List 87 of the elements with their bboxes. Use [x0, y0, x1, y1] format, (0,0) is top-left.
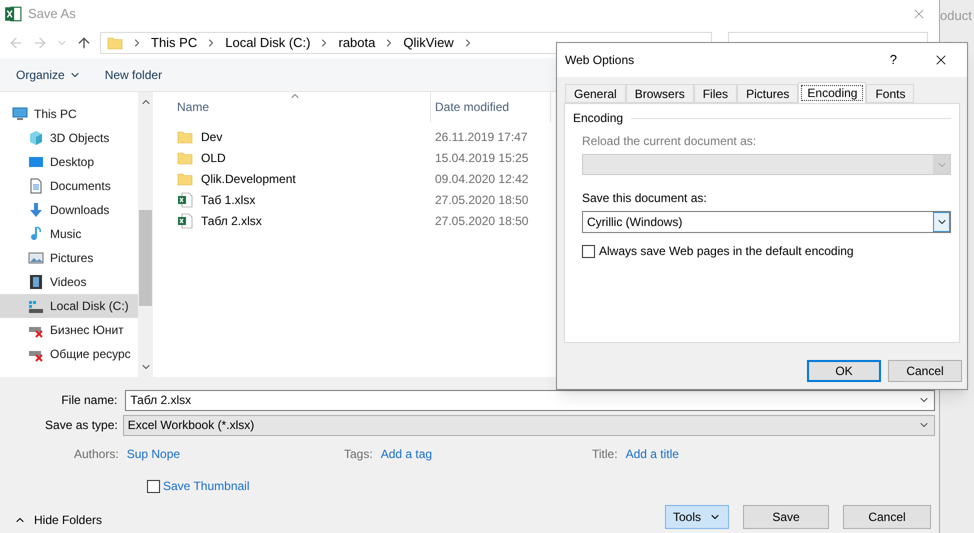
document-icon	[28, 178, 44, 194]
save-type-dropdown[interactable]: Excel Workbook (*.xlsx)	[122, 414, 935, 436]
background-window-text: oduct	[940, 8, 972, 23]
field-label: Reload the current document as:	[582, 133, 758, 150]
desktop-icon	[28, 154, 44, 170]
sidebar-item[interactable]: Music	[0, 222, 138, 246]
file-name-cell[interactable]: Таб 1.xlsx	[173, 190, 431, 208]
file-name-cell[interactable]: OLD	[173, 148, 431, 166]
date-cell-text: 26.11.2019 17:47	[434, 128, 528, 146]
column-header[interactable]: Name	[173, 92, 431, 122]
dialog-title: Web Options	[565, 52, 636, 69]
breadcrumb[interactable]: rabota	[338, 33, 376, 53]
sidebar-item[interactable]: Desktop	[0, 150, 138, 174]
field-label: File name:	[60, 392, 118, 409]
address-bar[interactable]: This PC Local Disk (C:) rabota QlikView	[100, 32, 712, 54]
download-arrow-icon	[28, 202, 44, 218]
save-encoding-dropdown[interactable]: Cyrillic (Windows)	[582, 211, 951, 233]
new-folder-button[interactable]: New folder	[104, 66, 162, 84]
meta-label: Tags:	[344, 446, 373, 463]
sidebar-item[interactable]: Documents	[0, 174, 138, 198]
date-cell-text: 09.04.2020 12:42	[434, 170, 528, 188]
cube-icon	[28, 130, 44, 146]
file-name: Табл 2.xlsx	[201, 212, 262, 230]
folder-icon	[177, 150, 193, 166]
breadcrumb[interactable]: QlikView	[403, 33, 454, 53]
film-strip-icon	[28, 274, 44, 290]
checkbox-label[interactable]: Save Thumbnail	[163, 477, 250, 495]
cancel-button[interactable]: Cancel	[888, 360, 962, 382]
meta-label: Title:	[592, 446, 618, 463]
group-label: Encoding	[573, 110, 624, 127]
tab[interactable]: General	[565, 84, 626, 103]
music-note-icon	[28, 226, 44, 242]
checkbox-label[interactable]: Always save Web pages in the default encoding	[599, 242, 854, 260]
field-label: Save as type:	[44, 417, 118, 434]
sidebar-item[interactable]: 3D Objects	[0, 126, 138, 150]
image-icon	[28, 250, 44, 266]
help-button[interactable]: ?	[890, 50, 897, 70]
file-name: Dev	[201, 128, 222, 146]
field-label: Save this document as:	[582, 190, 708, 207]
breadcrumb[interactable]: Local Disk (C:)	[225, 33, 310, 53]
monitor-icon	[12, 106, 28, 122]
file-name: OLD	[201, 150, 226, 166]
tab[interactable]: Pictures	[737, 84, 798, 103]
sidebar-item[interactable]: Local Disk (C:)	[0, 294, 138, 318]
sidebar-item[interactable]: This PC	[0, 102, 138, 126]
column-header[interactable]: Date modified	[431, 92, 551, 122]
ok-button[interactable]: OK	[807, 360, 881, 382]
tab[interactable]: Encoding	[798, 82, 866, 104]
date-cell-text: 27.05.2020 18:50	[434, 212, 528, 230]
hide-folders-link[interactable]: Hide Folders	[34, 511, 102, 529]
organize-button[interactable]: Organize	[16, 66, 81, 84]
file-name: Qlik.Development	[201, 170, 296, 188]
sidebar-item[interactable]: Общие ресурс	[0, 342, 138, 366]
sidebar-item[interactable]: Downloads	[0, 198, 138, 222]
folder-icon	[177, 170, 193, 186]
save-button[interactable]: Save	[743, 505, 829, 529]
scrollbar[interactable]	[138, 92, 153, 377]
file-name-cell[interactable]: Табл 2.xlsx	[173, 212, 431, 230]
sidebar-item[interactable]: Бизнес Юнит	[0, 318, 138, 342]
meta-link[interactable]: Sup Nope	[126, 445, 180, 463]
sidebar-item[interactable]: Videos	[0, 270, 138, 294]
tools-button[interactable]: Tools	[665, 505, 729, 529]
window-title: Save As	[28, 5, 76, 24]
tab[interactable]: Fonts	[866, 84, 914, 103]
drive-icon	[28, 298, 44, 314]
date-cell-text: 27.05.2020 18:50	[434, 192, 528, 208]
checkbox[interactable]	[147, 480, 160, 492]
meta-link[interactable]: Add a title	[626, 445, 679, 463]
sidebar-item[interactable]: Pictures	[0, 246, 138, 270]
spreadsheet-icon	[177, 192, 193, 208]
folder-icon	[177, 128, 193, 144]
meta-link[interactable]: Add a tag	[380, 445, 432, 463]
spreadsheet-icon	[177, 212, 193, 228]
file-name-cell[interactable]: Qlik.Development	[173, 170, 431, 188]
tab[interactable]: Files	[694, 84, 738, 103]
breadcrumb[interactable]: This PC	[151, 33, 198, 53]
folder-icon	[107, 35, 123, 51]
checkbox[interactable]	[582, 244, 595, 258]
cancel-button[interactable]: Cancel	[843, 505, 931, 529]
date-cell-text: 15.04.2019 15:25	[434, 150, 528, 166]
file-name-cell[interactable]: Dev	[173, 128, 431, 146]
up-icon[interactable]	[76, 35, 92, 51]
tab[interactable]: Browsers	[626, 84, 694, 103]
file-name: Таб 1.xlsx	[201, 192, 256, 208]
meta-label: Authors:	[74, 446, 119, 463]
spreadsheet-app-icon	[4, 5, 22, 23]
file-name-field[interactable]: Табл 2.xlsx	[125, 390, 935, 410]
